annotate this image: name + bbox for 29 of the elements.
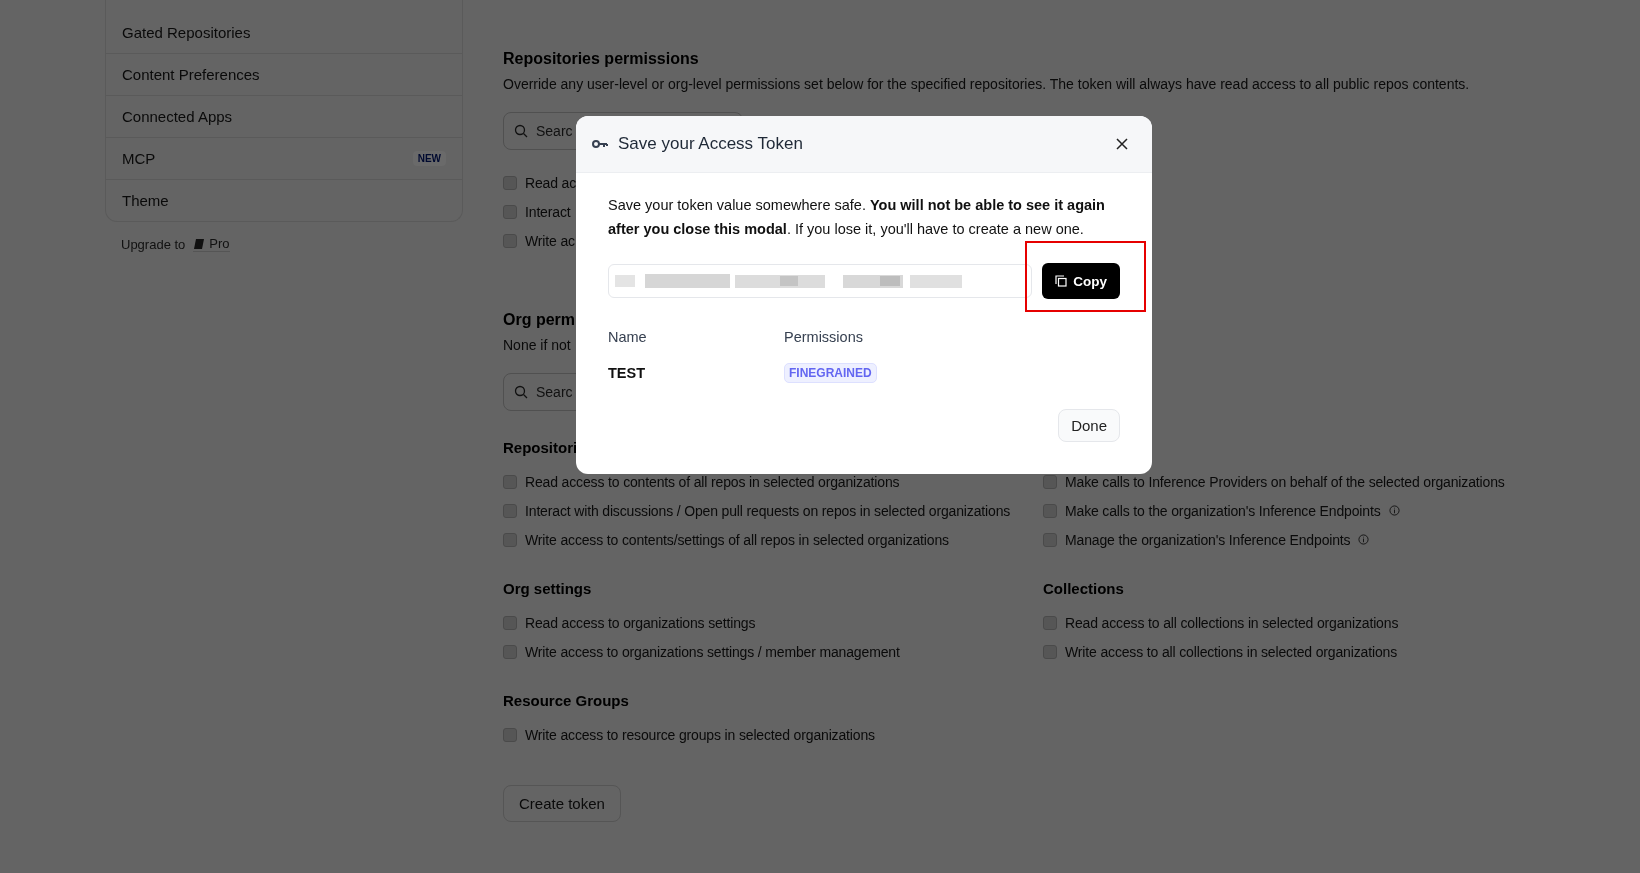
modal-title: Save your Access Token (618, 134, 804, 154)
modal-message: Save your token value somewhere safe. You will not be able to see it again after you close this modal. If you lose it, you'll have to create a new one. (608, 196, 1106, 239)
upgrade-text: Upgrade to (121, 236, 186, 252)
permission-tag: FINEGRAINED (784, 363, 877, 383)
group-title: Collections (1043, 580, 1125, 598)
option-label: Make calls to Inference Providers on behalf of the selected organizations (1065, 473, 1505, 490)
option-label: Make calls to the organization's Inference Endpoints (1065, 502, 1381, 519)
section-title: Org perm (503, 311, 576, 329)
option-label: Read access to all collections in selected organizations (1065, 614, 1399, 631)
option-label: Write access to organizations settings / member management (525, 643, 900, 660)
option-label: Interact (525, 203, 571, 220)
group-title: Org settings (503, 580, 593, 598)
section-title: Repositories permissions (503, 50, 700, 68)
option-label: Manage the organization's Inference Endpoints (1065, 531, 1351, 548)
option-label: Write access to resource groups in selected organizations (525, 726, 875, 743)
option-label: Read access to organizations settings (525, 614, 756, 631)
option-label: Write access to all collections in selected organizations (1065, 643, 1398, 660)
token-name: TEST (608, 365, 647, 381)
column-header: Name (608, 329, 648, 345)
group-title: Repositori (503, 439, 579, 457)
section-description: Override any user-level or org-level permissions set below for the specified repositories. The token will always have read access to all public repos contents. (503, 76, 1471, 92)
column-header: Permissions (784, 329, 864, 345)
option-label: Read access to contents of all repos in selected organizations (525, 473, 900, 490)
option-label: Interact with discussions / Open pull requests on repos in selected organizations (525, 502, 1011, 519)
new-badge: NEW (412, 151, 446, 166)
option-label: Write ac (525, 232, 575, 249)
option-label: Write access to contents/settings of all repos in selected organizations (525, 531, 949, 548)
group-title: Resource Groups (503, 692, 630, 710)
option-label: Read ac (525, 174, 577, 191)
